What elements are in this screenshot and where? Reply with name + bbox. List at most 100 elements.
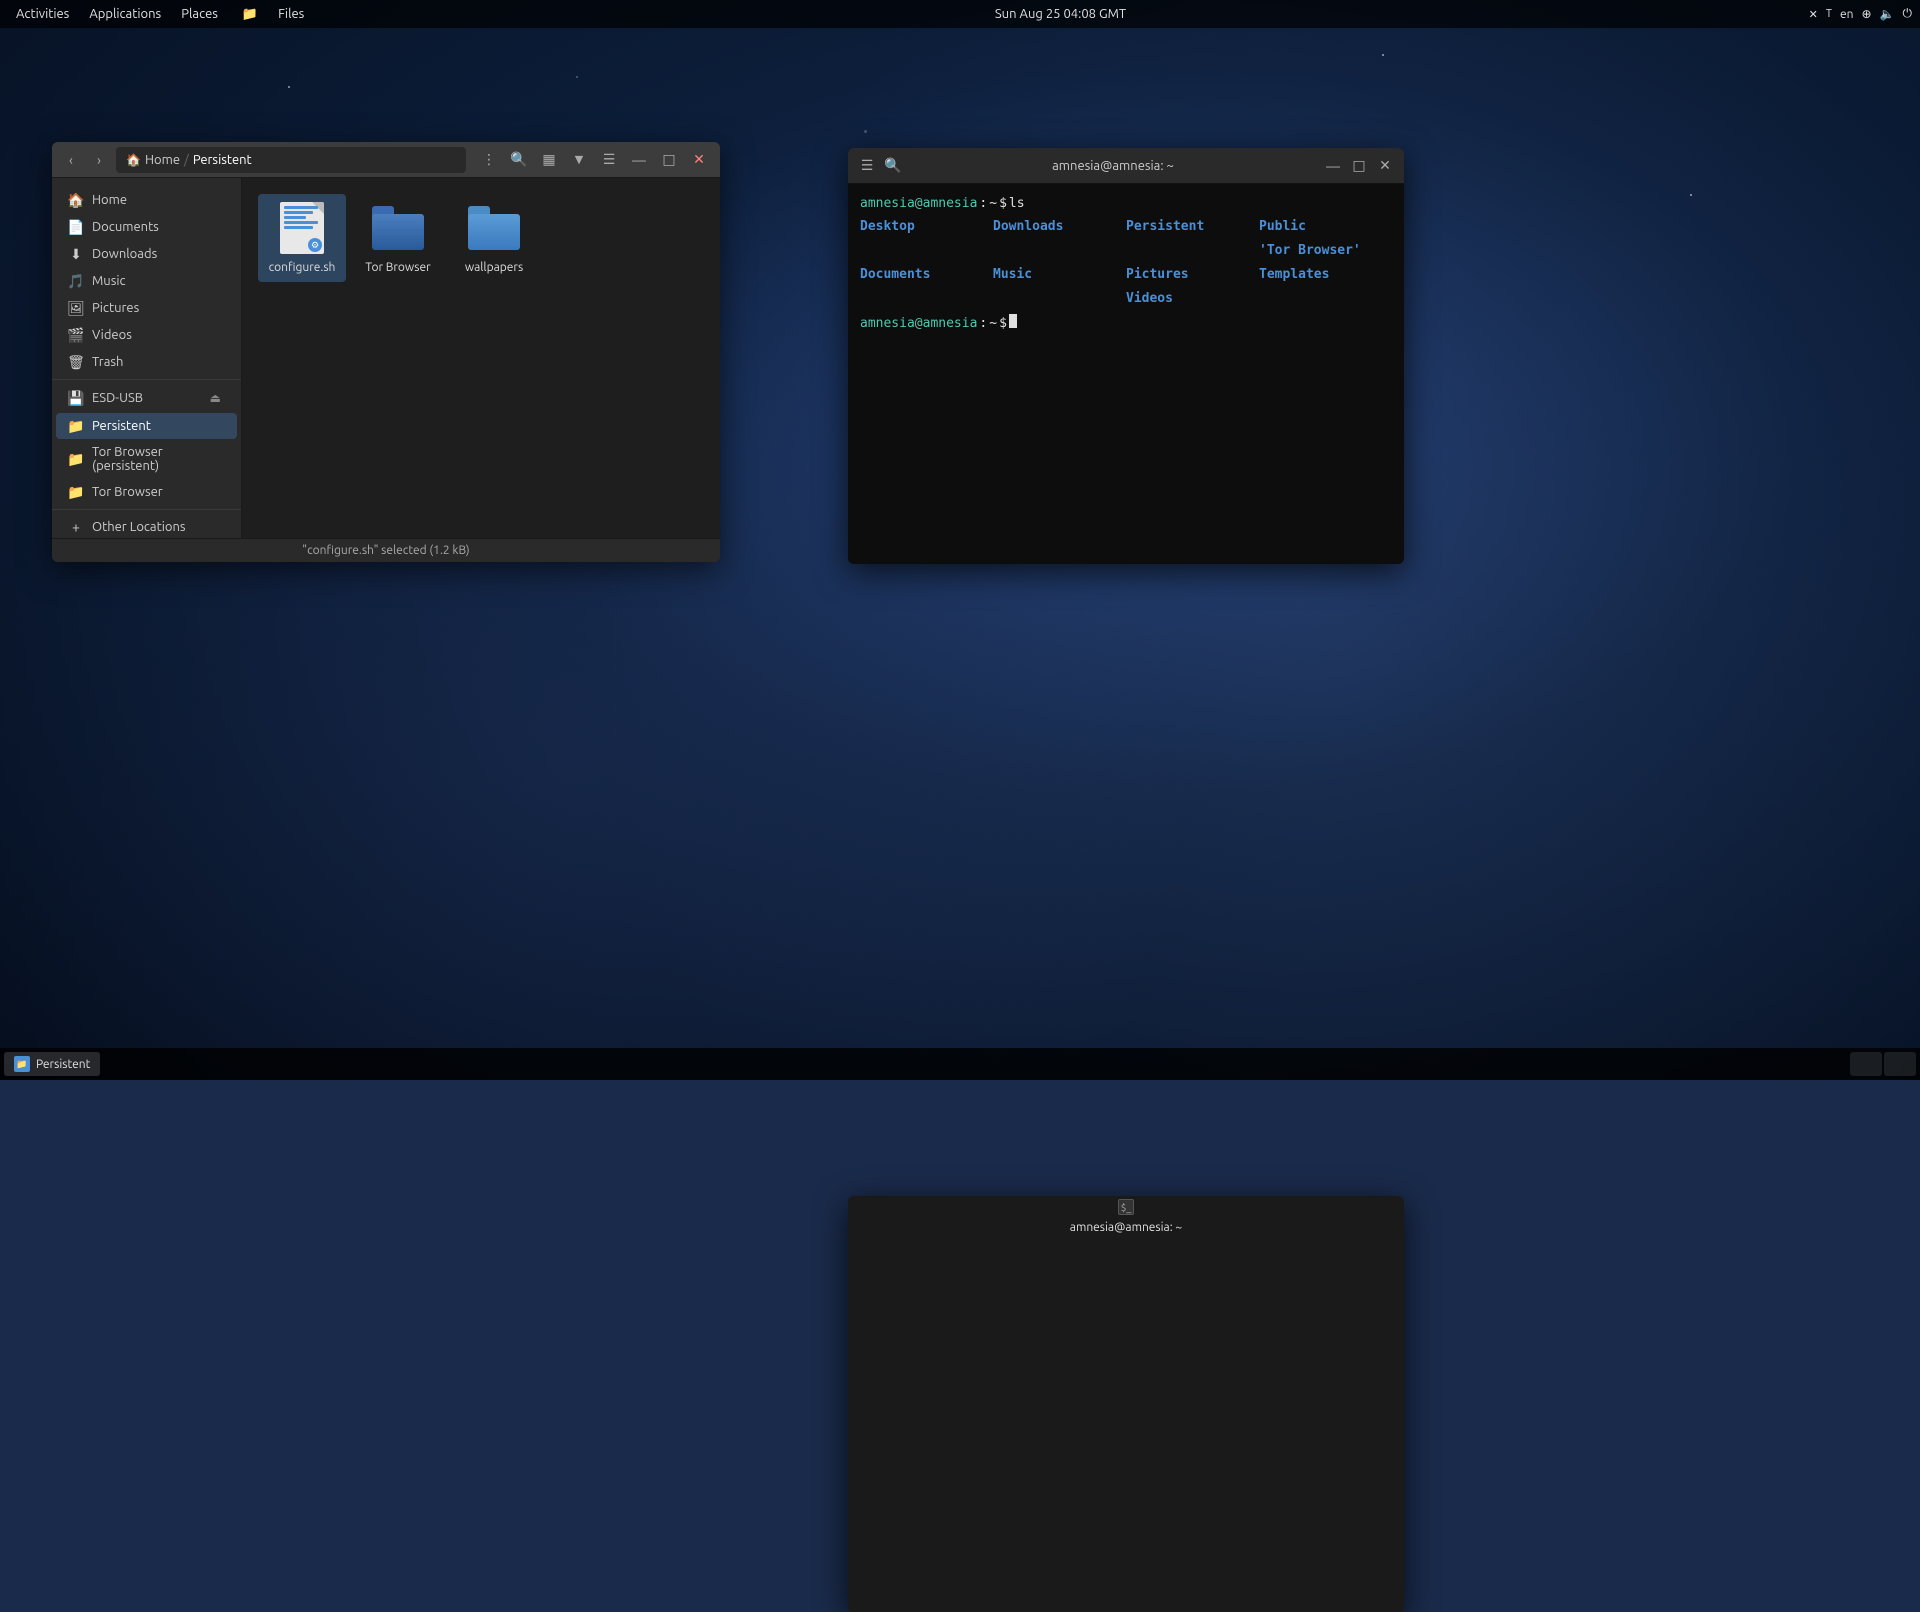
file-item-wallpapers[interactable]: wallpapers [450,194,538,282]
sidebar-item-esd-usb[interactable]: 💾 ESD-USB ⏏ [56,384,237,412]
topbar-network-icon[interactable]: ⊕ [1861,7,1871,21]
videos-icon: 🎬 [68,327,84,343]
terminal-dir-persistent: Persistent [1126,216,1259,238]
terminal-prompt2-tilde: ~ [989,314,997,334]
list-view-button[interactable]: ☰ [596,147,622,173]
topbar: Activities Applications Places 📁 Files S… [0,0,1920,28]
terminal-dir-downloads: Downloads [993,216,1126,238]
terminal-dir-videos: Videos [1126,288,1259,310]
sidebar-item-videos[interactable]: 🎬 Videos [56,322,237,348]
sidebar-item-other-locations[interactable]: + Other Locations [56,514,237,538]
sidebar-item-tor-browser-persistent[interactable]: 📁 Tor Browser (persistent) [56,440,237,478]
breadcrumb-home[interactable]: Home [145,153,180,167]
terminal-prompt-host: amnesia@amnesia [860,194,977,214]
sidebar-item-tor-browser[interactable]: 📁 Tor Browser [56,479,237,505]
taskbar-btn-1[interactable] [1850,1052,1882,1076]
sidebar-item-persistent[interactable]: 📁 Persistent [56,413,237,439]
minimize-button[interactable]: — [626,147,652,173]
view-toggle-button[interactable]: ▦ [536,147,562,173]
sidebar-label-videos: Videos [92,328,132,342]
terminal-output-row1b: 'Tor Browser' [860,240,1392,262]
sidebar-divider [52,379,241,380]
home-icon: 🏠 [126,153,141,167]
sidebar-divider-2 [52,509,241,510]
taskbar-terminal-icon: $_ [1118,1199,1134,1215]
close-button[interactable]: ✕ [686,147,712,173]
sidebar-item-home[interactable]: 🏠 Home [56,187,237,213]
files-label[interactable]: Files [270,5,312,23]
terminal-title: amnesia@amnesia: ~ [910,159,1316,173]
documents-icon: 📄 [68,219,84,235]
sidebar-label-pictures: Pictures [92,301,139,315]
terminal-prompt2-host: amnesia@amnesia [860,314,977,334]
file-grid: ⚙ configure.sh Tor Browser [258,194,704,282]
terminal-prompt-sep: : [979,194,987,214]
topbar-x-icon[interactable]: ✕ [1809,8,1818,21]
terminal-search-button[interactable]: 🔍 [882,155,904,177]
taskbar-terminal[interactable]: $_ amnesia@amnesia: ~ [848,1196,1404,1612]
tor-persistent-icon: 📁 [68,451,84,467]
sidebar-label-home: Home [92,193,127,207]
script-line-1 [284,206,318,209]
sidebar-label-trash: Trash [92,355,123,369]
topbar-clock: Sun Aug 25 04:08 GMT [312,7,1808,21]
terminal-command: ls [1009,194,1025,214]
maximize-button[interactable]: □ [656,147,682,173]
search-button[interactable]: 🔍 [506,147,532,173]
topbar-power-icon[interactable]: ⏻ [1903,7,1913,21]
terminal-dir-pictures: Pictures [1126,264,1259,286]
menu-button[interactable]: ⋮ [476,147,502,173]
sidebar-label-tor-persistent: Tor Browser (persistent) [92,445,225,473]
sidebar-item-downloads[interactable]: ⬇ Downloads [56,241,237,267]
sidebar-item-trash[interactable]: 🗑 Trash [56,349,237,375]
sidebar-item-documents[interactable]: 📄 Documents [56,214,237,240]
terminal-maximize-button[interactable]: □ [1348,155,1370,177]
sidebar-label-esd-usb: ESD-USB [92,391,143,405]
forward-button[interactable]: › [88,149,110,171]
topbar-t-icon[interactable]: T [1826,8,1832,20]
eject-button[interactable]: ⏏ [206,389,225,407]
terminal-title-actions: ☰ 🔍 [856,155,904,177]
topbar-lang[interactable]: en [1840,8,1853,21]
sidebar-item-pictures[interactable]: 🖼 Pictures [56,295,237,321]
terminal-close-button[interactable]: ✕ [1374,155,1396,177]
terminal-minimize-button[interactable]: — [1322,155,1344,177]
script-line-2 [284,211,313,214]
configure-sh-icon-container: ⚙ [274,200,330,256]
places-button[interactable]: Places [173,5,226,23]
taskbar-file-manager[interactable]: 📁 Persistent [4,1052,100,1076]
terminal-dir-music: Music [993,264,1126,286]
terminal-output-row1: Desktop Downloads Persistent Public [860,216,1392,238]
terminal-dir-documents: Documents [860,264,993,286]
tor-browser-icon-container [370,200,426,256]
folder-body [468,214,520,250]
activities-button[interactable]: Activities [8,5,77,23]
terminal-new-prompt: amnesia@amnesia : ~ $ [860,314,1392,334]
terminal-menu-button[interactable]: ☰ [856,155,878,177]
file-item-tor-browser[interactable]: Tor Browser [354,194,442,282]
file-area: ⚙ configure.sh Tor Browser [242,178,720,538]
back-button[interactable]: ‹ [60,149,82,171]
applications-button[interactable]: Applications [81,5,169,23]
terminal-prompt2-dollar: $ [999,314,1007,334]
taskbar-right [1850,1052,1916,1076]
wallpapers-icon-container [466,200,522,256]
file-manager-statusbar: "configure.sh" selected (1.2 kB) [52,538,720,562]
file-item-configure-sh[interactable]: ⚙ configure.sh [258,194,346,282]
breadcrumb-separator: / [184,153,189,167]
topbar-sound-icon[interactable]: 🔈 [1880,7,1895,21]
terminal-prompt2-sep: : [979,314,987,334]
file-label-configure-sh: configure.sh [269,260,336,276]
usb-icon: 💾 [68,390,84,406]
sidebar-label-downloads: Downloads [92,247,157,261]
view-options-button[interactable]: ▼ [566,147,592,173]
wallpapers-folder-icon [468,206,520,250]
tor-browser-icon: 📁 [68,484,84,500]
taskbar-btn-2[interactable] [1884,1052,1916,1076]
taskbar-terminal-label: amnesia@amnesia: ~ [1070,1221,1182,1234]
sidebar-label-other-locations: Other Locations [92,520,186,534]
sidebar-item-music[interactable]: 🎵 Music [56,268,237,294]
file-label-wallpapers: wallpapers [465,260,523,276]
sidebar-label-tor-browser: Tor Browser [92,485,163,499]
terminal-dollar: $ [999,194,1007,214]
